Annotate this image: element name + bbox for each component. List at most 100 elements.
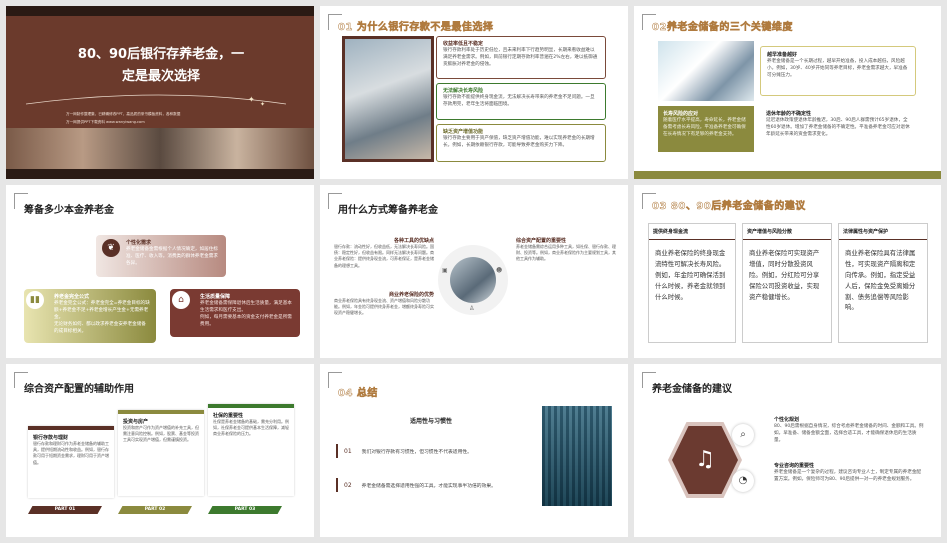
section-title: 02养老金储备的三个关键维度	[652, 22, 793, 34]
slide-title: 80、90后银行存养老金，一 定是最次选择	[77, 47, 245, 85]
slide-thumbnail-2[interactable]: 01 为什么银行存款不是最佳选择 收益率低且不稳定 银行存款利率处于历史低位，且…	[320, 6, 628, 179]
need-title-3: 生活质量保障	[200, 294, 231, 300]
aux-text-1: 银行存款和理财可作为养老金储备的辅助工具，提供短期流动性和收益。例如，银行存款可…	[33, 441, 109, 465]
leaf-icon: ❦	[102, 239, 120, 257]
dimension-text-1: 养老金储备是一个长期过程，越早开始准备，投入成本越低，风险越小。例如，30岁、4…	[767, 59, 908, 79]
suggestion-text-2: 养老金储备是一个复杂的过程，建议咨询专业人士，制定专属的养老金配置方案。例如，保…	[774, 470, 922, 483]
film-strip-bottom	[6, 169, 314, 179]
section-title: 用什么方式筹备养老金	[338, 205, 438, 216]
dimension-card-1: 越早准备越好 养老金储备是一个长期过程，越早开始准备，投入成本越低，风险越小。例…	[760, 46, 916, 96]
summary-number-1: 01	[344, 447, 352, 455]
tool-title-2: 商业养老保险的优势	[388, 292, 434, 298]
slide-thumbnail-5[interactable]: 用什么方式筹备养老金 各种工具的优缺点 银行存款：流动性好，但收益低，无法解决长…	[320, 185, 628, 358]
reason-box-1: 收益率低且不稳定 银行存款利率处于历史低位，且未来利率下行趋势明显，长期来看收益…	[436, 36, 606, 79]
house-icon: ⌂	[172, 291, 190, 309]
svg-text:✦: ✦	[248, 95, 255, 104]
bell-icon: ♫	[695, 447, 715, 472]
slide-thumbnail-9[interactable]: 养老金储备的建议 ♫ ⌕ ◔ 个性化规划 80、90后需根据自身情况，综合考虑养…	[634, 364, 941, 537]
tool-block-top-right: 综合资产配置的重要性 养老金储备需综合运用多种工具，如社保、银行存款、理财、投资…	[516, 237, 616, 263]
need-text-3b: 例如，每月需要基本的资金支付养老金是所需费用。	[200, 315, 292, 328]
advice-text-1: 商业养老保险的终身现金流特性可解决长寿风险。例如，年金险可确保活到什么时候，养老…	[655, 249, 726, 301]
section-title: 养老金储备的建议	[652, 384, 732, 395]
advice-title-2: 资产增值与风险分散	[743, 224, 831, 240]
summary-text-2: 养老金储备需选择适用性强的工具，才能实现事半功倍的效果。	[361, 483, 496, 489]
summary-text-1: 我们对银行存款有习惯性，但习惯性不代表适用性。	[361, 449, 472, 455]
tool-title-3: 综合资产配置的重要性	[516, 238, 567, 244]
bar-chart-icon: ▮▮	[26, 291, 44, 309]
reason-box-3: 缺乏资产增值功能 银行存款主要用于资产保值，缺乏资产增值功能，难以实现养老金的长…	[436, 124, 606, 162]
subtitle-line-2: 万一网提供PPT下载资料 www.wanyiwang.com	[66, 120, 145, 124]
need-text-3: 养老金储备需保障退休后生活质量，满足基本生活需求和医疗支出。	[200, 301, 292, 314]
need-text-1: 养老金储备金需根据个人情况确定，如居住标准、医疗、收入等。消费类的群体养老金需求…	[126, 247, 218, 267]
advice-column-1: 提供终身现金流 商业养老保险的终身现金流特性可解决长寿风险。例如，年金险可确保活…	[648, 223, 736, 343]
section-title: 03 80、90后养老金储备的建议	[652, 201, 806, 213]
aux-title-3: 社保的重要性	[213, 413, 244, 419]
reason-text-3: 银行存款主要用于资产保值，缺乏资产增值功能，难以实现养老金的长期增长。例如，长期…	[443, 136, 595, 149]
reason-title-3: 缺乏资产增值功能	[443, 129, 484, 135]
advice-column-3: 法律属性与资产保护 商业养老保险具有法律属性，可实现资产隔离和定向传承。例如，指…	[838, 223, 928, 343]
center-photo	[450, 257, 496, 303]
aux-text-3: 社保是养老金储备的基础，需充分利用。例如，社保养老金可提供基本生活保障，减轻商业…	[213, 419, 289, 437]
need-card-2: 养老金完全公式 养老金完全公式：养老金完全=养老金目标的缺额+养老金不足+养老金…	[24, 289, 156, 343]
image-icon: ▣	[442, 267, 448, 274]
tool-text-2: 商业养老保险具有终身现金流、资产增值和风险分散功能。例如，年金险可提供终身养老金…	[334, 298, 434, 316]
suggestion-title-1: 个性化规划	[774, 417, 800, 423]
subtitle-line-1: 万一网制作整理集，已精确修改PPT，高品质的采书模板资料，各种数据	[66, 112, 181, 116]
advice-text-3: 商业养老保险具有法律属性，可实现资产隔离和定向传承。例如，指定受益人后，保险金免…	[845, 249, 916, 312]
aux-card-3: 社保的重要性 社保是养老金储备的基础，需充分利用。例如，社保养老金可提供基本生活…	[208, 404, 294, 496]
summary-row-1: 01 我们对银行存款有习惯性，但习惯性不代表适用性。	[336, 444, 536, 458]
tool-title-1: 各种工具的优缺点	[393, 238, 434, 244]
dimension-text-3: 延迟退休政策使退休年龄推迟，30后、90后人群需预计65岁退休，全性60岁退休。…	[766, 118, 910, 138]
office-photo-strip	[6, 128, 314, 169]
meeting-photo	[342, 36, 434, 162]
need-text-2b: 无论财务如何、都以政求养老金安养老金储备的成目标相关。	[54, 322, 146, 335]
tool-block-bottom-left: 商业养老保险的优势 商业养老保险具有终身现金流、资产增值和风险分散功能。例如，年…	[334, 291, 434, 317]
suggestion-block-2: 专业咨询的重要性 养老金储备是一个复杂的过程，建议咨询专业人士，制定专属的养老金…	[774, 462, 924, 483]
tool-text-1: 银行存款：流动性好，但收益低，无法解决长寿风险。国债：稳定性好，但收益有限。同样…	[334, 244, 434, 268]
summary-subtitle: 适用性与习惯性	[410, 418, 453, 425]
slide-thumbnail-6[interactable]: 03 80、90后养老金储备的建议 提供终身现金流 商业养老保险的终身现金流特性…	[634, 185, 941, 358]
team-photo	[658, 41, 754, 101]
advice-title-3: 法律属性与资产保护	[839, 224, 927, 240]
need-title-1: 个性化需求	[126, 240, 152, 246]
center-circle: ▣ ☻ ♙	[438, 245, 508, 315]
curve-decoration: ✦ ✦	[26, 94, 287, 108]
slide-thumbnail-4[interactable]: 筹备多少本金养老金 个性化需求 养老金储备金需根据个人情况确定，如居住标准、医疗…	[6, 185, 314, 358]
dimension-title-1: 越早准备越好	[767, 52, 798, 58]
summary-row-2: 02 养老金储备需选择适用性强的工具，才能实现事半功倍的效果。	[336, 478, 536, 492]
website-url: www.wanyiwang.com	[106, 120, 145, 124]
dimension-title-2: 长寿风险的应对	[663, 111, 699, 117]
section-title: 01 为什么银行存款不是最佳选择	[338, 22, 494, 34]
aux-title-2: 投资与房产	[123, 419, 149, 425]
suggestion-title-2: 专业咨询的重要性	[774, 463, 815, 469]
aux-title-1: 银行存款与理财	[33, 435, 69, 441]
section-title: 04 总结	[338, 388, 378, 400]
slide-thumbnail-1[interactable]: 80、90后银行存养老金，一 定是最次选择 ✦ ✦ 万一网制作整理集，已精确修改…	[6, 6, 314, 179]
search-icon: ⌕	[732, 424, 754, 446]
aux-card-1: 银行存款与理财 银行存款和理财可作为养老金储备的辅助工具，提供短期流动性和收益。…	[28, 426, 114, 498]
reason-title-2: 无法解决长寿风险	[443, 88, 484, 94]
people-icon: ☻	[496, 267, 503, 274]
summary-number-2: 02	[344, 481, 352, 489]
bottom-olive-bar	[634, 171, 941, 179]
advice-column-2: 资产增值与风险分散 商业养老保险可实现资产增值，同时分散投资风险。例如，分红险可…	[742, 223, 832, 343]
part-pill-3: PART 03	[208, 506, 282, 514]
section-title: 筹备多少本金养老金	[24, 205, 114, 216]
need-text-2: 养老金完全公式：养老金完全=养老金目标的缺额+养老金不足+养老金增长产生金+无需…	[54, 301, 150, 321]
slide-thumbnail-8[interactable]: 04 总结 适用性与习惯性 01 我们对银行存款有习惯性，但习惯性不代表适用性。…	[320, 364, 628, 537]
film-strip-top	[6, 6, 314, 16]
svg-text:✦: ✦	[260, 101, 265, 108]
section-title: 综合资产配置的辅助作用	[24, 384, 134, 395]
advice-text-2: 商业养老保险可实现资产增值，同时分散投资风险。例如，分红险可分享保险公司投资收益…	[749, 249, 820, 301]
tool-text-3: 养老金储备需综合运用多种工具，如社保、银行存款、理财、投资等。例如，商业养老保险…	[516, 244, 616, 262]
aux-card-2: 投资与房产 投资和房产可作为资产增值的补充工具，但需注意风险控制。例如，股票、基…	[118, 410, 204, 496]
dimension-text-2: 随着医疗水平提高，寿命延长，养老金储备需考虑长寿风险。平准备养老金可确保在长寿情…	[663, 118, 746, 138]
reason-text-1: 银行存款利率处于历史低位，且未来利率下行趋势明显，长期来看收益难以满足养老金需求…	[443, 48, 598, 68]
tool-block-top-left: 各种工具的优缺点 银行存款：流动性好，但收益低，无法解决长寿风险。国债：稳定性好…	[334, 237, 434, 269]
slide-thumbnail-7[interactable]: 综合资产配置的辅助作用 银行存款与理财 银行存款和理财可作为养老金储备的辅助工具…	[6, 364, 314, 537]
advice-title-1: 提供终身现金流	[649, 224, 735, 240]
dimension-title-3: 退休年龄的不确定性	[766, 111, 812, 117]
slide-thumbnail-3[interactable]: 02养老金储备的三个关键维度 长寿风险的应对 随着医疗水平提高，寿命延长，养老金…	[634, 6, 941, 179]
pie-chart-icon: ◔	[732, 470, 754, 492]
reason-title-1: 收益率低且不稳定	[443, 41, 484, 47]
